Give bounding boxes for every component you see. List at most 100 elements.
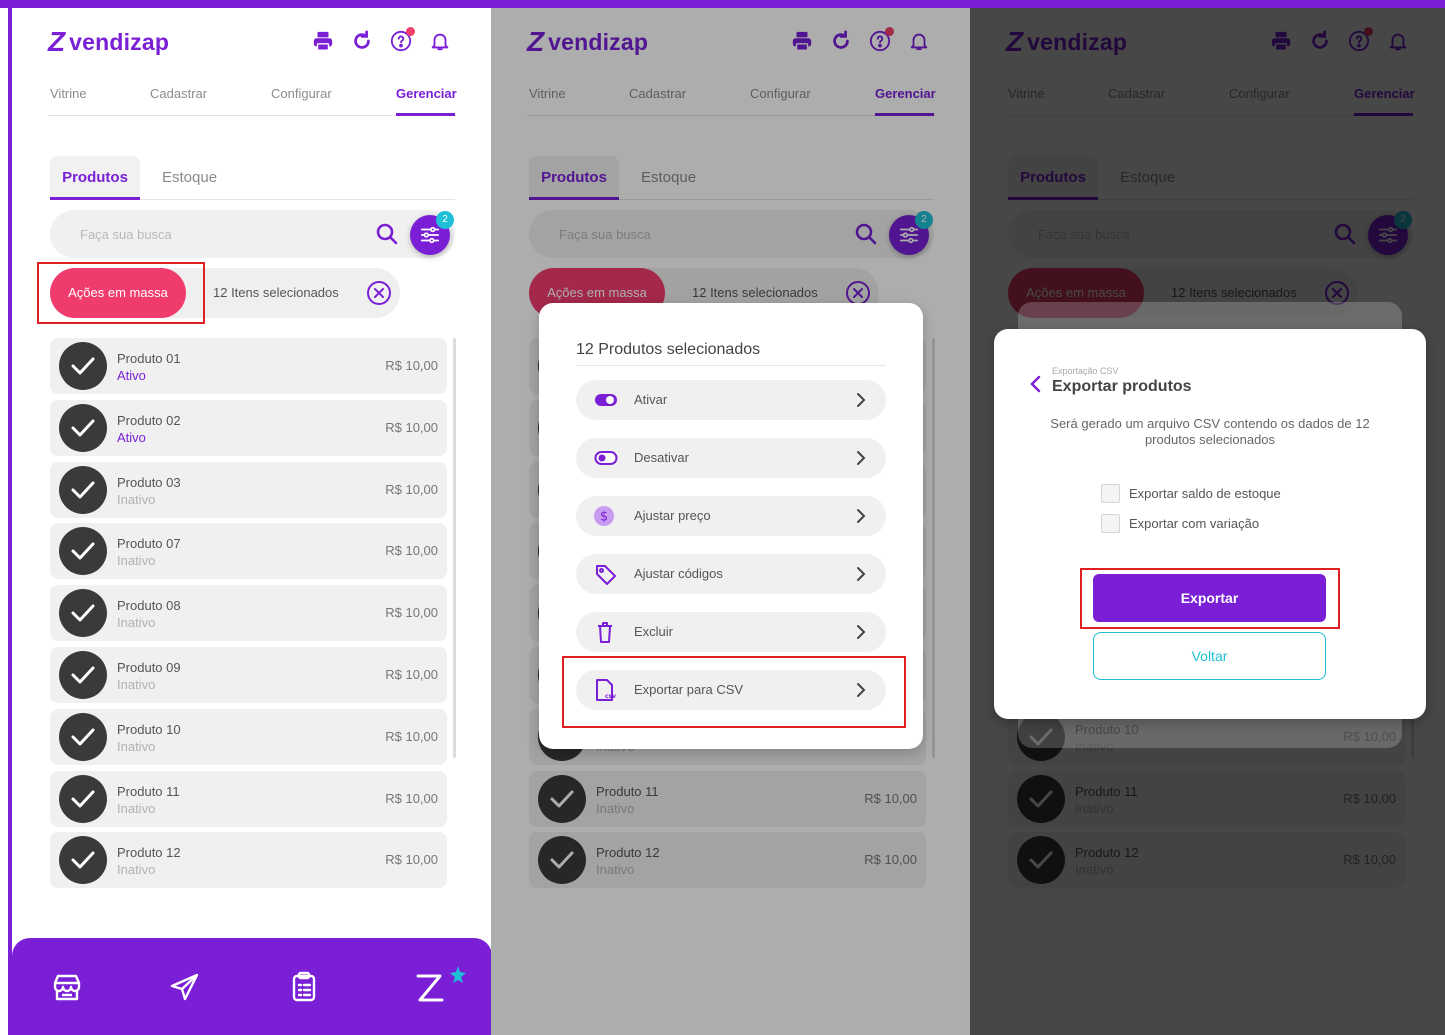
refresh-icon[interactable] bbox=[351, 30, 373, 52]
nav-configurar[interactable]: Configurar bbox=[750, 86, 811, 101]
refresh-icon[interactable] bbox=[1309, 30, 1331, 52]
scrollbar[interactable] bbox=[932, 338, 935, 758]
table-row[interactable]: Produto 08Inativo R$ 10,00 bbox=[50, 585, 447, 642]
nav-configurar[interactable]: Configurar bbox=[271, 86, 332, 101]
search-bar[interactable]: Faça sua busca bbox=[50, 210, 455, 258]
table-row[interactable]: Produto 11 Inativo R$ 10,00 bbox=[1008, 770, 1405, 827]
product-price: R$ 10,00 bbox=[385, 790, 438, 806]
nav-cadastrar[interactable]: Cadastrar bbox=[629, 86, 686, 101]
table-row[interactable]: Produto 09 Inativo R$ 10,00 bbox=[50, 647, 447, 703]
search-bar[interactable]: Faça sua busca bbox=[1008, 210, 1413, 258]
scrollbar[interactable] bbox=[453, 338, 456, 758]
nav-cadastrar[interactable]: Cadastrar bbox=[150, 86, 207, 101]
nav-gerenciar[interactable]: Gerenciar bbox=[1354, 86, 1415, 101]
tab-estoque[interactable]: Estoque bbox=[641, 169, 696, 186]
nav-vitrine[interactable]: Vitrine bbox=[50, 86, 87, 101]
tab-estoque[interactable]: Estoque bbox=[162, 169, 217, 186]
nav-active-indicator bbox=[396, 113, 455, 116]
search-input[interactable]: Faça sua busca bbox=[559, 227, 651, 242]
action-ativar[interactable]: Ativar bbox=[576, 380, 886, 420]
check-icon[interactable] bbox=[538, 836, 586, 885]
bell-icon[interactable] bbox=[429, 30, 451, 52]
help-icon[interactable] bbox=[869, 27, 894, 52]
table-row[interactable]: Produto 12 Inativo R$ 10,00 bbox=[1008, 832, 1405, 889]
check-icon[interactable] bbox=[59, 712, 107, 761]
refresh-icon[interactable] bbox=[830, 30, 852, 52]
search-bar[interactable]: Faça sua busca bbox=[529, 210, 934, 258]
filter-icon bbox=[420, 226, 440, 244]
chevron-right-icon bbox=[857, 625, 866, 639]
action-ajustar-preco[interactable]: $ Ajustar preço bbox=[576, 496, 886, 536]
nav-gerenciar[interactable]: Gerenciar bbox=[396, 86, 457, 101]
logo: Z vendizap bbox=[48, 26, 169, 58]
check-icon[interactable] bbox=[59, 403, 107, 452]
tab-produtos[interactable]: Produtos bbox=[1008, 156, 1098, 200]
search-input[interactable]: Faça sua busca bbox=[1038, 227, 1130, 242]
check-icon[interactable] bbox=[1017, 836, 1065, 885]
notification-dot bbox=[1364, 27, 1373, 36]
check-icon[interactable] bbox=[1017, 774, 1065, 823]
main-nav: Vitrine Cadastrar Configurar Gerenciar bbox=[527, 86, 936, 116]
printer-icon[interactable] bbox=[1270, 30, 1292, 52]
nav-cadastrar[interactable]: Cadastrar bbox=[1108, 86, 1165, 101]
table-row[interactable]: Produto 11 Inativo R$ 10,00 bbox=[50, 770, 447, 827]
printer-icon[interactable] bbox=[312, 30, 334, 52]
tab-estoque[interactable]: Estoque bbox=[1120, 169, 1175, 186]
nav-gerenciar[interactable]: Gerenciar bbox=[875, 86, 936, 101]
check-icon[interactable] bbox=[59, 527, 107, 576]
table-row[interactable]: Produto 02Ativo R$ 10,00 bbox=[50, 399, 447, 456]
nav-vitrine[interactable]: Vitrine bbox=[529, 86, 566, 101]
check-icon[interactable] bbox=[59, 651, 107, 699]
table-row[interactable]: Produto 12 Inativo R$ 10,00 bbox=[529, 832, 926, 889]
check-icon[interactable] bbox=[59, 589, 107, 638]
send-icon[interactable] bbox=[168, 970, 202, 1004]
checkbox[interactable] bbox=[1101, 484, 1120, 503]
toggle-on-icon bbox=[594, 389, 618, 411]
action-desativar[interactable]: Desativar bbox=[576, 438, 886, 478]
vendizap-star-icon[interactable] bbox=[414, 964, 468, 1006]
table-row[interactable]: Produto 10Inativo R$ 10,00 bbox=[50, 708, 447, 765]
nav-configurar[interactable]: Configurar bbox=[1229, 86, 1290, 101]
bell-icon[interactable] bbox=[908, 30, 930, 52]
action-ajustar-codigos[interactable]: Ajustar códigos bbox=[576, 554, 886, 594]
tab-produtos[interactable]: Produtos bbox=[50, 156, 140, 200]
table-row[interactable]: Produto 12 Inativo R$ 10,00 bbox=[50, 832, 447, 889]
option-export-variation[interactable]: Exportar com variação bbox=[1101, 514, 1259, 533]
table-row[interactable]: Produto 03Inativo R$ 10,00 bbox=[50, 461, 447, 518]
printer-icon[interactable] bbox=[791, 30, 813, 52]
check-icon[interactable] bbox=[59, 836, 107, 885]
product-name: Produto 07 bbox=[117, 536, 181, 552]
product-price: R$ 10,00 bbox=[385, 543, 438, 559]
bell-icon[interactable] bbox=[1387, 30, 1409, 52]
check-icon[interactable] bbox=[538, 774, 586, 823]
help-icon[interactable] bbox=[1348, 27, 1373, 52]
option-export-stock[interactable]: Exportar saldo de estoque bbox=[1101, 484, 1281, 503]
tab-produtos[interactable]: Produtos bbox=[529, 156, 619, 200]
logo: Z vendizap bbox=[527, 26, 648, 58]
action-excluir[interactable]: Excluir bbox=[576, 612, 886, 652]
store-icon[interactable] bbox=[50, 970, 84, 1004]
chevron-right-icon bbox=[857, 509, 866, 523]
clipboard-icon[interactable] bbox=[287, 970, 321, 1004]
product-name: Produto 11 bbox=[117, 783, 180, 799]
check-icon[interactable] bbox=[59, 465, 107, 514]
help-icon[interactable] bbox=[390, 27, 415, 52]
search-input[interactable]: Faça sua busca bbox=[80, 227, 172, 242]
back-chevron-icon[interactable] bbox=[1028, 373, 1044, 395]
table-row[interactable]: Produto 07Inativo R$ 10,00 bbox=[50, 523, 447, 580]
clear-selection-icon[interactable] bbox=[366, 280, 392, 306]
table-row[interactable]: Produto 01 Ativo R$ 10,00 bbox=[50, 338, 447, 394]
check-icon[interactable] bbox=[59, 342, 107, 390]
selected-count: 12 Itens selecionados bbox=[1171, 285, 1297, 300]
search-icon[interactable] bbox=[1333, 222, 1357, 246]
logo-mark: Z bbox=[1006, 26, 1024, 57]
nav-vitrine[interactable]: Vitrine bbox=[1008, 86, 1045, 101]
search-icon[interactable] bbox=[375, 222, 399, 246]
check-icon[interactable] bbox=[59, 774, 107, 823]
checkbox[interactable] bbox=[1101, 514, 1120, 533]
search-icon[interactable] bbox=[854, 222, 878, 246]
product-name: Produto 11 bbox=[1075, 783, 1138, 799]
table-row[interactable]: Produto 11 Inativo R$ 10,00 bbox=[529, 770, 926, 827]
back-button[interactable]: Voltar bbox=[1093, 632, 1326, 680]
filter-count-badge: 2 bbox=[915, 211, 933, 229]
